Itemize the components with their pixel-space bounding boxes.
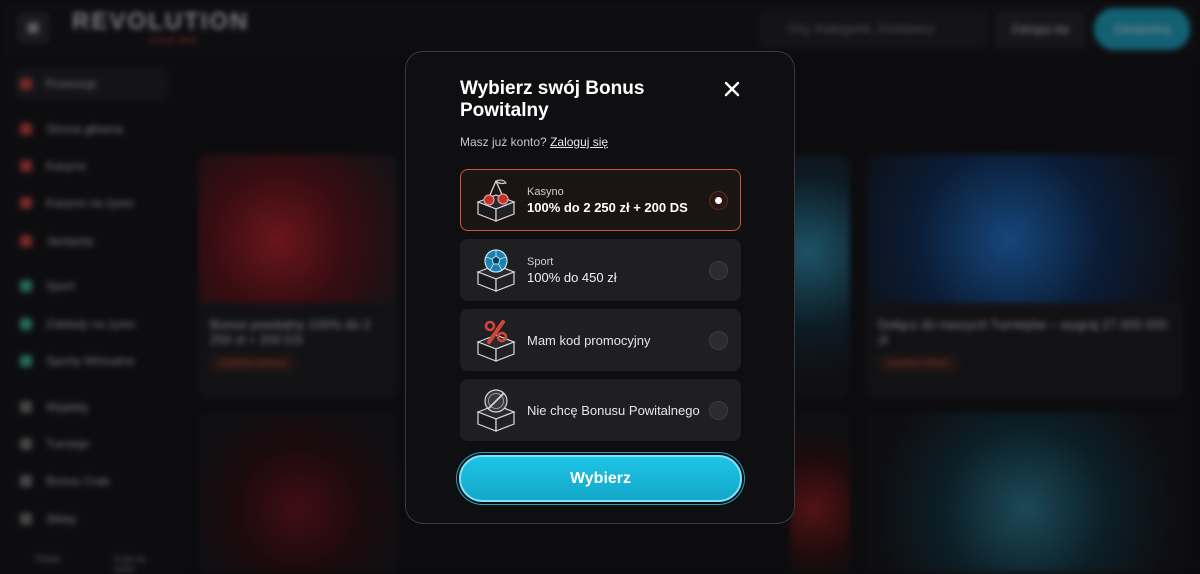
promo-card-title: Dołącz do naszych Turniejów – wygraj 27 … bbox=[878, 317, 1172, 347]
sidebar-item-virtual-sports[interactable]: Sporty Wirtualne bbox=[20, 350, 135, 372]
bonus-option-label: Nie chcę Bonusu Powitalnego bbox=[527, 403, 700, 418]
cherries-box-icon bbox=[473, 176, 519, 226]
sidebar-item-home[interactable]: Strona główna bbox=[20, 118, 123, 140]
account-prompt: Masz już konto? Zaloguj się bbox=[460, 135, 608, 149]
register-button[interactable]: Zarejestruj bbox=[1094, 8, 1190, 50]
promo-card-caption: Dołącz do naszych Turniejów – wygraj 27 … bbox=[866, 303, 1184, 399]
sidebar-item-tournaments[interactable]: Turnieje bbox=[20, 433, 89, 455]
live-chat-button[interactable]: Czat na żywo bbox=[114, 554, 168, 574]
bonus-option-text: Kasyno 100% do 2 250 zł + 200 DS bbox=[527, 170, 688, 230]
promo-card-tag[interactable]: ODBIERZ BONUS bbox=[210, 355, 296, 372]
account-prompt-text: Masz już konto? bbox=[460, 135, 547, 149]
top-bar: ▣ REVOLUTION CASINO Gry, Kategorie, Dost… bbox=[0, 0, 1200, 56]
bonus-option-text: Nie chcę Bonusu Powitalnego bbox=[527, 380, 700, 440]
bonus-option-value: 100% do 2 250 zł + 200 DS bbox=[527, 200, 688, 216]
sidebar-item-live-casino[interactable]: Kasyno na żywo bbox=[20, 192, 133, 214]
sidebar-bottom: Polski Czat na żywo bbox=[14, 532, 168, 572]
promo-card[interactable] bbox=[866, 412, 1184, 573]
brand-logo-sub: CASINO bbox=[150, 36, 199, 45]
sidebar-item-shop[interactable]: Sklep bbox=[20, 508, 76, 530]
login-button[interactable]: Zaloguj się bbox=[994, 10, 1086, 48]
bonus-option-label: Mam kod promocyjny bbox=[527, 333, 651, 348]
bonus-option-no-bonus[interactable]: Nie chcę Bonusu Powitalnego bbox=[460, 379, 741, 441]
promo-card[interactable]: Bonus powitalny 100% do 2 250 zł + 200 D… bbox=[198, 154, 398, 399]
bonus-option-promo-code[interactable]: Mam kod promocyjny bbox=[460, 309, 741, 371]
bonus-option-text: Mam kod promocyjny bbox=[527, 310, 651, 370]
sidebar-item-jackpots[interactable]: Jackpoty bbox=[20, 230, 93, 252]
bonus-option-sport[interactable]: Sport 100% do 450 zł bbox=[460, 239, 741, 301]
bonus-option-radio[interactable] bbox=[709, 401, 728, 420]
promo-card-image bbox=[866, 412, 1184, 573]
promo-card[interactable] bbox=[790, 154, 850, 399]
promo-card-title: Bonus powitalny 100% do 2 250 zł + 200 D… bbox=[210, 317, 386, 347]
bonus-option-radio[interactable] bbox=[709, 331, 728, 350]
bonus-option-radio[interactable] bbox=[709, 261, 728, 280]
sidebar-item-sport[interactable]: Sport bbox=[20, 275, 75, 297]
sidebar-item-casino[interactable]: Kasyno bbox=[20, 155, 86, 177]
sidebar: Promocje Strona główna Kasyno Kasyno na … bbox=[0, 56, 184, 573]
search-input[interactable]: Gry, Kategorie, Dostawcy bbox=[758, 10, 988, 48]
promo-card-caption: Bonus powitalny 100% do 2 250 zł + 200 D… bbox=[198, 303, 398, 399]
close-icon[interactable] bbox=[719, 76, 745, 102]
promo-card-tag[interactable]: ZAGRAJ TERAZ bbox=[878, 355, 958, 372]
promo-card-image bbox=[790, 154, 850, 399]
promo-card[interactable]: Dołącz do naszych Turniejów – wygraj 27 … bbox=[866, 154, 1184, 399]
promo-card[interactable] bbox=[198, 412, 398, 573]
bonus-option-radio[interactable] bbox=[709, 191, 728, 210]
modal-title: Wybierz swój Bonus Powitalny bbox=[460, 78, 700, 122]
sidebar-item-promotions[interactable]: Promocje bbox=[20, 73, 97, 95]
promo-card[interactable] bbox=[790, 412, 850, 573]
brand-logo[interactable]: REVOLUTION bbox=[72, 8, 249, 36]
promo-card-image bbox=[790, 412, 850, 573]
percent-box-icon bbox=[473, 316, 519, 366]
sidebar-item-live-betting[interactable]: Zakłady na żywo bbox=[20, 313, 135, 335]
bonus-option-label: Sport bbox=[527, 255, 617, 269]
choose-button[interactable]: Wybierz bbox=[459, 455, 742, 502]
login-link[interactable]: Zaloguj się bbox=[550, 135, 608, 149]
bonus-option-label: Kasyno bbox=[527, 185, 688, 199]
welcome-bonus-modal: Wybierz swój Bonus Powitalny Masz już ko… bbox=[405, 51, 795, 524]
sidebar-item-bonus-crab[interactable]: Bonus Crab bbox=[20, 470, 109, 492]
bonus-option-text: Sport 100% do 450 zł bbox=[527, 240, 617, 300]
bonus-option-value: 100% do 450 zł bbox=[527, 270, 617, 286]
football-box-icon bbox=[473, 246, 519, 296]
language-selector[interactable]: Polski bbox=[36, 554, 60, 564]
menu-icon[interactable]: ▣ bbox=[16, 12, 50, 44]
bonus-option-casino[interactable]: Kasyno 100% do 2 250 zł + 200 DS bbox=[460, 169, 741, 231]
crossed-coin-box-icon bbox=[473, 386, 519, 436]
sidebar-item-payouts[interactable]: Wypłaty bbox=[20, 396, 89, 418]
promo-card-image bbox=[198, 412, 398, 573]
